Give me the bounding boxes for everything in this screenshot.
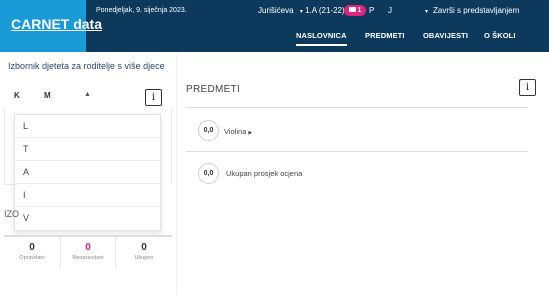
divider bbox=[186, 151, 528, 152]
chevron-down-icon: ▾ bbox=[299, 9, 303, 15]
box-border bbox=[4, 184, 14, 185]
dropdown-option[interactable]: V bbox=[15, 207, 162, 230]
divider bbox=[186, 107, 528, 108]
dropdown-option[interactable]: A bbox=[15, 161, 162, 184]
absences-unjustified: 0 Neopravdani bbox=[60, 237, 116, 267]
school-name: Jurišićeva bbox=[258, 6, 294, 15]
box-border bbox=[4, 108, 5, 184]
dropdown-option[interactable]: I bbox=[15, 184, 162, 207]
dropdown-option[interactable]: T bbox=[15, 138, 162, 161]
finish-presentation-button[interactable]: ▾ Završi s predstavljanjem bbox=[425, 6, 519, 15]
messages-badge[interactable]: 1 bbox=[344, 5, 366, 16]
justified-count: 0 bbox=[29, 242, 35, 253]
user-initial-second[interactable]: J bbox=[388, 6, 392, 15]
child-info-button[interactable]: i bbox=[145, 89, 162, 106]
overall-grade-circle: 0,0 bbox=[198, 163, 219, 184]
absences-total: 0 Ukupno bbox=[116, 237, 172, 267]
finish-label: Završi s predstavljanjem bbox=[433, 6, 520, 15]
dropdown-option[interactable]: L bbox=[15, 115, 162, 138]
nav-predmeti[interactable]: PREDMETI bbox=[365, 31, 405, 40]
school-class-selector[interactable]: Jurišićeva ▾ 1.A (21-22) bbox=[258, 6, 345, 15]
justified-label: Opravdani bbox=[19, 255, 45, 261]
caret-right-icon: ▶ bbox=[248, 130, 253, 136]
nav-o-skoli[interactable]: O ŠKOLI bbox=[484, 31, 516, 40]
user-initial-first[interactable]: P bbox=[369, 6, 374, 15]
child-select-initial-second[interactable]: M bbox=[44, 91, 51, 100]
child-select-initial-first[interactable]: K bbox=[14, 91, 20, 100]
chevron-up-icon[interactable]: ▲ bbox=[84, 91, 91, 98]
child-selector-title: Izbornik djeteta za roditelje s više dje… bbox=[8, 61, 165, 71]
nav-naslovnica[interactable]: NASLOVNICA bbox=[296, 31, 347, 46]
absences-justified: 0 Opravdani bbox=[4, 237, 60, 267]
nav-obavijesti[interactable]: OBAVIJESTI bbox=[423, 31, 468, 40]
top-bar: CARNET data Ponedjeljak, 9. siječnja 202… bbox=[0, 0, 549, 52]
child-dropdown: L T A I V bbox=[14, 114, 162, 231]
logo-text[interactable]: CARNET data bbox=[11, 16, 102, 32]
column-divider bbox=[176, 52, 177, 295]
class-name: 1.A (21-22) bbox=[305, 6, 345, 15]
absences-title: IZO bbox=[4, 209, 19, 219]
overall-average-label: Ukupan prosjek ocjena bbox=[226, 169, 303, 178]
subject-grade-circle: 0,0 bbox=[198, 120, 219, 141]
current-date: Ponedjeljak, 9. siječnja 2023. bbox=[96, 7, 187, 14]
logo[interactable]: CARNET data bbox=[0, 0, 102, 52]
total-label: Ukupno bbox=[134, 255, 154, 261]
subjects-info-button[interactable]: i bbox=[519, 79, 536, 96]
subject-row[interactable]: Violina ▶ bbox=[224, 127, 252, 136]
box-border bbox=[171, 108, 172, 184]
envelope-icon bbox=[348, 7, 356, 12]
chevron-down-icon: ▾ bbox=[425, 9, 429, 15]
unjustified-label: Neopravdani bbox=[72, 255, 104, 261]
subject-name: Violina bbox=[224, 127, 247, 136]
messages-count: 1 bbox=[357, 7, 362, 14]
unjustified-count: 0 bbox=[85, 242, 91, 253]
total-count: 0 bbox=[141, 242, 147, 253]
subjects-title: PREDMETI bbox=[186, 84, 241, 95]
